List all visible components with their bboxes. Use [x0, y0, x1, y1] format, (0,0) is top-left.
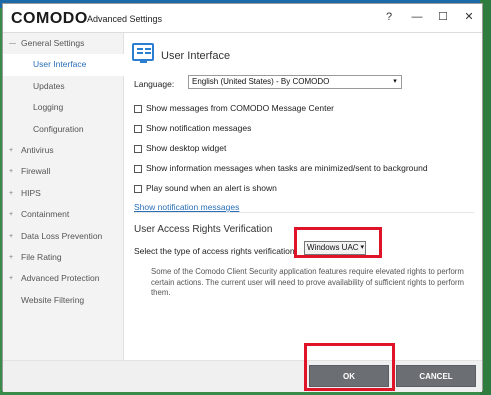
settings-sidebar: — General Settings User Interface Update…: [3, 33, 124, 360]
window-title: Advanced Settings: [87, 14, 163, 24]
advanced-settings-window: COMODO Advanced Settings ? — ☐ ✕ — Gener…: [2, 3, 483, 392]
ok-highlight-box: [304, 343, 395, 391]
expand-icon[interactable]: +: [9, 140, 13, 161]
sidebar-item-containment[interactable]: + Containment: [3, 204, 123, 225]
option-play-sound[interactable]: Play sound when an alert is shown: [134, 182, 277, 194]
sidebar-item-configuration[interactable]: Configuration: [3, 119, 123, 140]
sidebar-item-updates[interactable]: Updates: [3, 76, 123, 97]
expand-icon[interactable]: +: [9, 226, 13, 247]
title-bar: COMODO Advanced Settings ? — ☐ ✕: [3, 4, 482, 33]
option-information-messages[interactable]: Show information messages when tasks are…: [134, 162, 428, 174]
option-message-center[interactable]: Show messages from COMODO Message Center: [134, 102, 334, 114]
divider: [134, 212, 474, 213]
sidebar-item-data-loss-prevention[interactable]: + Data Loss Prevention: [3, 226, 123, 247]
cancel-button[interactable]: CANCEL: [396, 365, 476, 387]
sidebar-item-website-filtering[interactable]: Website Filtering: [3, 290, 123, 311]
notification-messages-link[interactable]: Show notification messages: [134, 202, 239, 212]
sidebar-item-advanced-protection[interactable]: + Advanced Protection: [3, 268, 123, 289]
dialog-footer: OK CANCEL: [3, 360, 482, 392]
page-title: User Interface: [161, 50, 231, 62]
sidebar-item-antivirus[interactable]: + Antivirus: [3, 140, 123, 161]
help-button[interactable]: ?: [377, 8, 401, 26]
sidebar-item-general-settings[interactable]: — General Settings: [3, 33, 123, 54]
chevron-down-icon[interactable]: ▾: [389, 76, 401, 88]
sidebar-item-file-rating[interactable]: + File Rating: [3, 247, 123, 268]
option-desktop-widget[interactable]: Show desktop widget: [134, 142, 226, 154]
sidebar-item-hips[interactable]: + HIPS: [3, 183, 123, 204]
uac-highlight-box: [294, 227, 382, 258]
checkbox[interactable]: [134, 164, 142, 173]
close-button[interactable]: ✕: [457, 8, 481, 26]
section-title-uac: User Access Rights Verification: [134, 224, 273, 235]
expand-icon[interactable]: +: [9, 161, 13, 182]
expand-icon[interactable]: +: [9, 204, 13, 225]
language-value: English (United States) - By COMODO: [192, 77, 330, 86]
expand-icon[interactable]: +: [9, 247, 13, 268]
sidebar-item-logging[interactable]: Logging: [3, 97, 123, 118]
monitor-icon: [132, 43, 154, 63]
uac-description: Some of the Comodo Client Security appli…: [151, 267, 465, 297]
checkbox[interactable]: [134, 184, 142, 193]
sidebar-item-user-interface[interactable]: User Interface: [3, 54, 124, 76]
minimize-button[interactable]: —: [405, 8, 429, 26]
language-select[interactable]: English (United States) - By COMODO ▾: [188, 75, 402, 89]
language-label: Language:: [134, 79, 175, 89]
checkbox[interactable]: [134, 104, 142, 113]
sidebar-item-firewall[interactable]: + Firewall: [3, 161, 123, 182]
expand-icon[interactable]: +: [9, 183, 13, 204]
comodo-logo: COMODO: [11, 10, 88, 27]
checkbox[interactable]: [134, 144, 142, 153]
expand-icon[interactable]: +: [9, 268, 13, 289]
uac-label: Select the type of access rights verific…: [134, 246, 297, 256]
maximize-button[interactable]: ☐: [431, 8, 455, 26]
collapse-icon[interactable]: —: [9, 33, 16, 54]
settings-content: User Interface Language: English (United…: [124, 33, 482, 360]
option-notification-messages[interactable]: Show notification messages: [134, 122, 251, 134]
checkbox[interactable]: [134, 124, 142, 133]
